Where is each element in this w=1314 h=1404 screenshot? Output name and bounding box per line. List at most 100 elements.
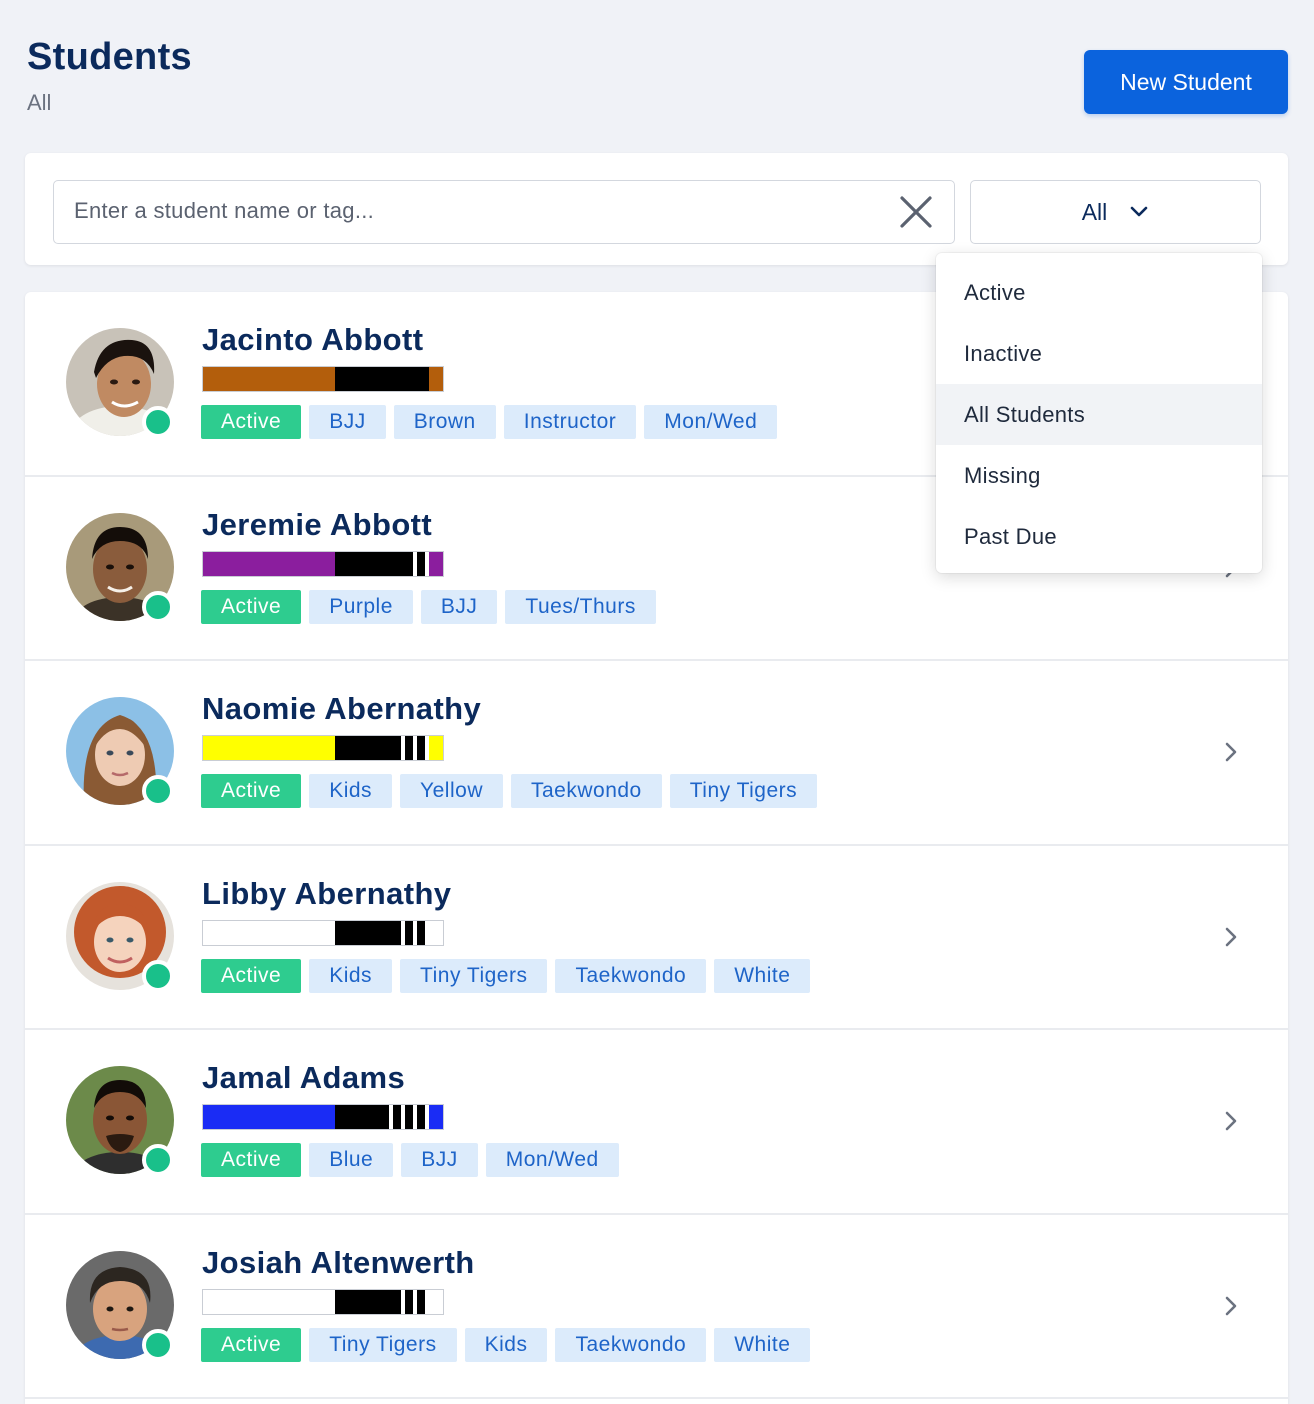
belt-rank-bar: [202, 366, 444, 392]
chevron-right-icon[interactable]: [1224, 1110, 1238, 1132]
chevron-right-icon[interactable]: [1224, 1295, 1238, 1317]
belt-stripe: [425, 736, 429, 760]
belt-color: [203, 367, 335, 391]
status-indicator-dot: [142, 590, 174, 623]
belt-rank-bar: [202, 1104, 444, 1130]
tag-list: Active Kids Tiny Tigers Taekwondo White: [201, 958, 811, 993]
status-indicator-dot: [142, 775, 174, 807]
close-icon[interactable]: [898, 194, 934, 230]
status-badge: Active: [201, 958, 302, 993]
search-box: [53, 180, 955, 244]
new-student-button[interactable]: New Student: [1084, 50, 1288, 114]
belt-end-cap: [429, 551, 443, 576]
student-name: Libby Abernathy: [202, 875, 452, 911]
student-name: Jamal Adams: [202, 1060, 406, 1095]
student-row[interactable]: Josiah Altenwerth Active Tiny Tigers Kids Ta…: [25, 1215, 1288, 1399]
status-badge: Active: [201, 405, 302, 439]
belt-stripe: [389, 1105, 393, 1129]
student-tag: Brown: [393, 405, 496, 439]
belt-color: [203, 920, 335, 945]
filter-option-past-due[interactable]: Past Due: [936, 506, 1262, 567]
belt-stripe: [425, 1289, 429, 1314]
student-tag: BJJ: [420, 589, 498, 624]
status-indicator-dot: [142, 959, 174, 992]
student-row[interactable]: Jamal Adams Active Blue BJJ Mon/Wed: [25, 1030, 1288, 1215]
status-filter-select[interactable]: All: [970, 180, 1261, 244]
filter-dropdown-menu: Active Inactive All Students Missing Past Du…: [936, 253, 1262, 573]
belt-stripe: [413, 920, 417, 945]
student-name: Naomie Abernathy: [202, 691, 482, 726]
belt-color: [203, 1105, 335, 1129]
belt-rank-bar: [202, 1288, 444, 1315]
filter-selected-value: All: [1081, 198, 1108, 225]
belt-stripe: [425, 920, 429, 945]
student-name: Jacinto Abbott: [202, 322, 424, 357]
tag-list: Active Purple BJJ Tues/Thurs: [201, 589, 656, 624]
student-tag: Mon/Wed: [644, 405, 778, 439]
student-tag: Purple: [309, 589, 413, 624]
student-tag: Tiny Tigers: [309, 1327, 457, 1362]
status-indicator-dot: [142, 1328, 174, 1361]
chevron-down-icon: [1130, 206, 1148, 217]
search-card: All: [25, 153, 1288, 265]
belt-stripe: [401, 1289, 405, 1314]
status-indicator-dot: [142, 1144, 174, 1176]
chevron-right-icon[interactable]: [1224, 926, 1238, 948]
status-badge: Active: [201, 774, 302, 808]
search-input[interactable]: [74, 181, 874, 241]
student-name: Josiah Altenwerth: [202, 1244, 475, 1280]
belt-stripe: [425, 1105, 429, 1129]
belt-stripe: [401, 1105, 405, 1129]
belt-end-cap: [429, 1105, 443, 1129]
belt-stripe: [413, 1289, 417, 1314]
belt-end-cap: [429, 367, 443, 391]
belt-stripe: [401, 920, 405, 945]
student-tag: Instructor: [503, 405, 637, 439]
student-name: Jeremie Abbott: [202, 506, 433, 542]
student-tag: Taekwondo: [555, 958, 707, 993]
page-title: Students: [27, 36, 192, 78]
status-indicator-dot: [142, 406, 174, 438]
belt-stripe: [413, 1105, 417, 1129]
student-tag: Tiny Tigers: [669, 774, 818, 808]
belt-stripe: [425, 367, 429, 391]
filter-option-all-students[interactable]: All Students: [936, 384, 1262, 445]
chevron-right-icon[interactable]: [1224, 741, 1238, 763]
tag-list: Active Tiny Tigers Kids Taekwondo White: [201, 1327, 811, 1362]
student-tag: White: [714, 958, 811, 993]
tag-list: Active Kids Yellow Taekwondo Tiny Tigers: [201, 774, 818, 808]
student-tag: Yellow: [400, 774, 503, 808]
student-tag: Tues/Thurs: [505, 589, 656, 624]
student-tag: BJJ: [309, 405, 386, 439]
status-badge: Active: [201, 1143, 302, 1177]
student-row[interactable]: Libby Abernathy Active Kids Tiny Tigers Taek…: [25, 846, 1288, 1030]
student-tag: Taekwondo: [555, 1327, 707, 1362]
tag-list: Active Blue BJJ Mon/Wed: [201, 1143, 619, 1177]
student-tag: Taekwondo: [510, 774, 662, 808]
filter-option-missing[interactable]: Missing: [936, 445, 1262, 506]
belt-end-cap: [429, 736, 443, 760]
belt-color: [203, 1289, 335, 1314]
belt-stripe: [413, 551, 417, 576]
belt-stripe: [425, 551, 429, 576]
student-tag: Blue: [309, 1143, 394, 1177]
filter-option-active[interactable]: Active: [936, 262, 1262, 323]
belt-stripe: [413, 736, 417, 760]
student-tag: Kids: [464, 1327, 548, 1362]
page-subtitle: All: [27, 90, 52, 115]
student-tag: BJJ: [401, 1143, 478, 1177]
belt-rank-bar: [202, 550, 444, 577]
student-row[interactable]: Naomie Abernathy Active Kids Yellow Taekwond…: [25, 661, 1288, 846]
tag-list: Active BJJ Brown Instructor Mon/Wed: [201, 405, 778, 439]
filter-option-inactive[interactable]: Inactive: [936, 323, 1262, 384]
belt-rank-bar: [202, 735, 444, 761]
student-tag: Mon/Wed: [485, 1143, 619, 1177]
student-tag: Kids: [309, 958, 393, 993]
student-tag: White: [714, 1327, 811, 1362]
status-badge: Active: [201, 1327, 302, 1362]
belt-end-cap: [429, 1289, 443, 1314]
student-tag: Kids: [309, 774, 393, 808]
status-badge: Active: [201, 589, 302, 624]
belt-end-cap: [429, 920, 443, 945]
student-tag: Tiny Tigers: [400, 958, 548, 993]
